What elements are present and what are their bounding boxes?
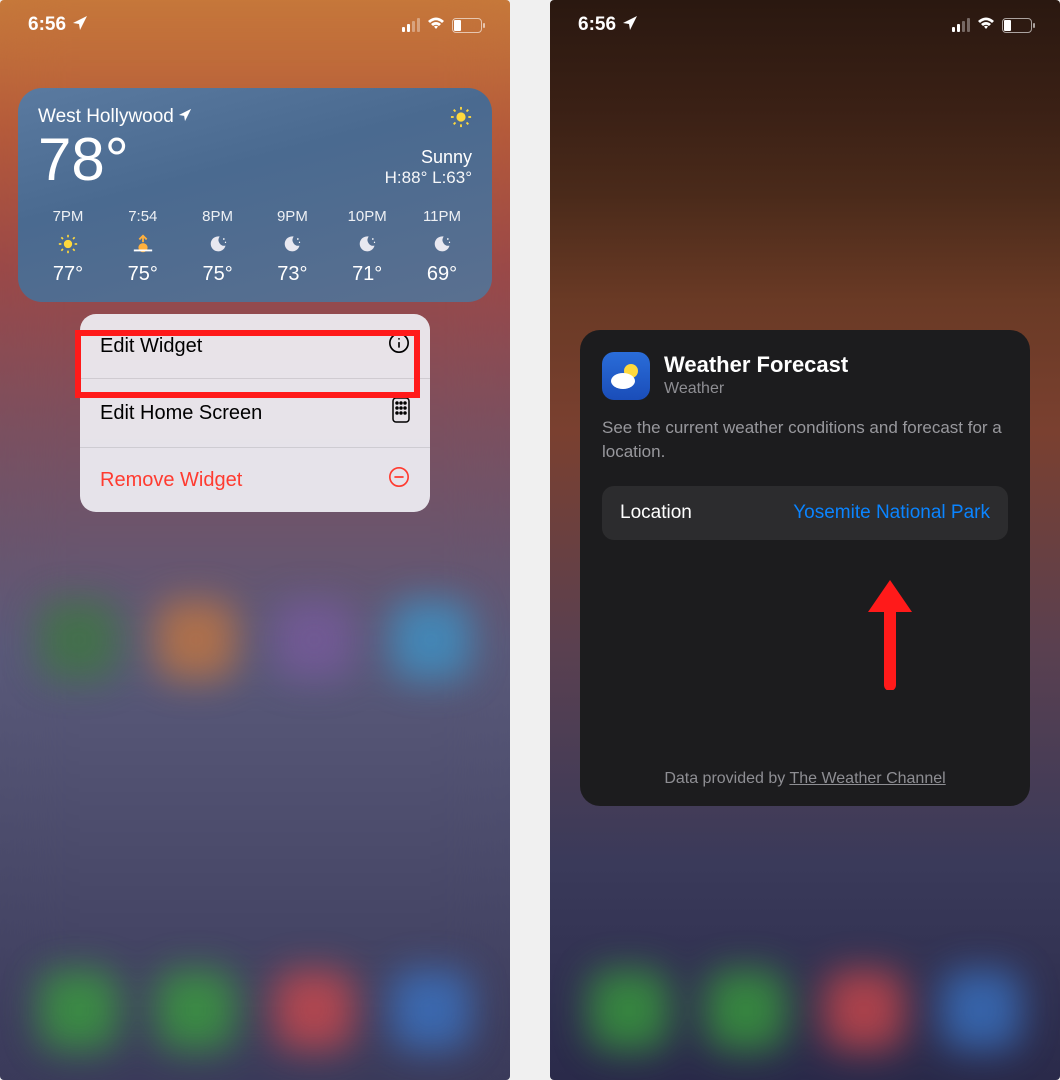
minus-circle-icon: [388, 466, 410, 494]
weather-channel-link[interactable]: The Weather Channel: [789, 770, 945, 787]
status-time: 6:56: [28, 14, 66, 36]
status-bar: 6:56: [0, 0, 510, 50]
location-setting-row[interactable]: Location Yosemite National Park: [602, 486, 1008, 540]
hourly-forecast: 7PM 77° 7:54 75° 8PM 75° 9PM 73° 10PM 71° 11PM 69°: [38, 208, 472, 286]
widget-config-sheet: Weather Forecast Weather See the current…: [580, 330, 1030, 806]
hourly-column: 8PM 75°: [188, 208, 248, 286]
location-setting-value[interactable]: Yosemite National Park: [793, 502, 990, 524]
hour-temp: 75°: [202, 263, 232, 286]
night-icon: [282, 233, 302, 255]
menu-label: Remove Widget: [100, 469, 242, 492]
blurred-dock: [550, 970, 1060, 1050]
screenshot-right: 6:56 Weather Forecast Weather See t: [550, 0, 1060, 1080]
weather-widget[interactable]: West Hollywood 78° Sunny H:88° L:63° 7PM…: [18, 88, 492, 302]
battery-icon: [452, 18, 482, 33]
info-icon: [388, 332, 410, 360]
status-time: 6:56: [578, 14, 616, 36]
config-subtitle: Weather: [664, 380, 848, 398]
apps-grid-icon: [392, 397, 410, 429]
data-provider-footer: Data provided by The Weather Channel: [602, 770, 1008, 788]
hourly-column: 9PM 73°: [262, 208, 322, 286]
location-setting-label: Location: [620, 502, 692, 524]
hourly-column: 7:54 75°: [113, 208, 173, 286]
hour-temp: 73°: [277, 263, 307, 286]
hour-time: 7:54: [128, 208, 157, 225]
sunset-icon: [132, 233, 154, 255]
sun-icon: [385, 106, 472, 133]
menu-label: Edit Home Screen: [100, 402, 262, 425]
sun-icon: [58, 233, 78, 255]
widget-context-menu: Edit Widget Edit Home Screen Remove Widg…: [80, 314, 430, 512]
hour-time: 10PM: [348, 208, 387, 225]
config-description: See the current weather conditions and f…: [602, 416, 1008, 464]
edit-home-screen-menu-item[interactable]: Edit Home Screen: [80, 379, 430, 448]
location-arrow-icon: [178, 106, 192, 128]
night-icon: [432, 233, 452, 255]
location-services-icon: [72, 15, 88, 36]
battery-icon: [1002, 18, 1032, 33]
location-services-icon: [622, 15, 638, 36]
wifi-icon: [426, 14, 446, 36]
weather-location: West Hollywood: [38, 106, 174, 128]
night-icon: [208, 233, 228, 255]
hour-temp: 71°: [352, 263, 382, 286]
screenshot-left: 6:56 West Hollywood: [0, 0, 510, 1080]
status-bar: 6:56: [550, 0, 1060, 50]
menu-label: Edit Widget: [100, 335, 202, 358]
hour-temp: 75°: [128, 263, 158, 286]
hour-temp: 69°: [427, 263, 457, 286]
cellular-signal-icon: [402, 18, 420, 32]
weather-app-icon: [602, 352, 650, 400]
hour-time: 11PM: [423, 208, 461, 225]
blurred-dock: [0, 970, 510, 1050]
remove-widget-menu-item[interactable]: Remove Widget: [80, 448, 430, 512]
footer-prefix: Data provided by: [664, 770, 789, 787]
cellular-signal-icon: [952, 18, 970, 32]
hourly-column: 11PM 69°: [412, 208, 472, 286]
hour-time: 7PM: [53, 208, 84, 225]
annotation-arrow-icon: [860, 580, 920, 690]
edit-widget-menu-item[interactable]: Edit Widget: [80, 314, 430, 379]
wifi-icon: [976, 14, 996, 36]
hourly-column: 10PM 71°: [337, 208, 397, 286]
night-icon: [357, 233, 377, 255]
weather-current-temp: 78°: [38, 130, 192, 190]
hour-time: 9PM: [277, 208, 308, 225]
hour-time: 8PM: [202, 208, 233, 225]
blurred-home-apps: [0, 600, 510, 680]
weather-high: H:88°: [385, 168, 428, 187]
hourly-column: 7PM 77°: [38, 208, 98, 286]
weather-low: L:63°: [432, 168, 472, 187]
hour-temp: 77°: [53, 263, 83, 286]
weather-condition: Sunny: [385, 147, 472, 168]
config-title: Weather Forecast: [664, 352, 848, 378]
